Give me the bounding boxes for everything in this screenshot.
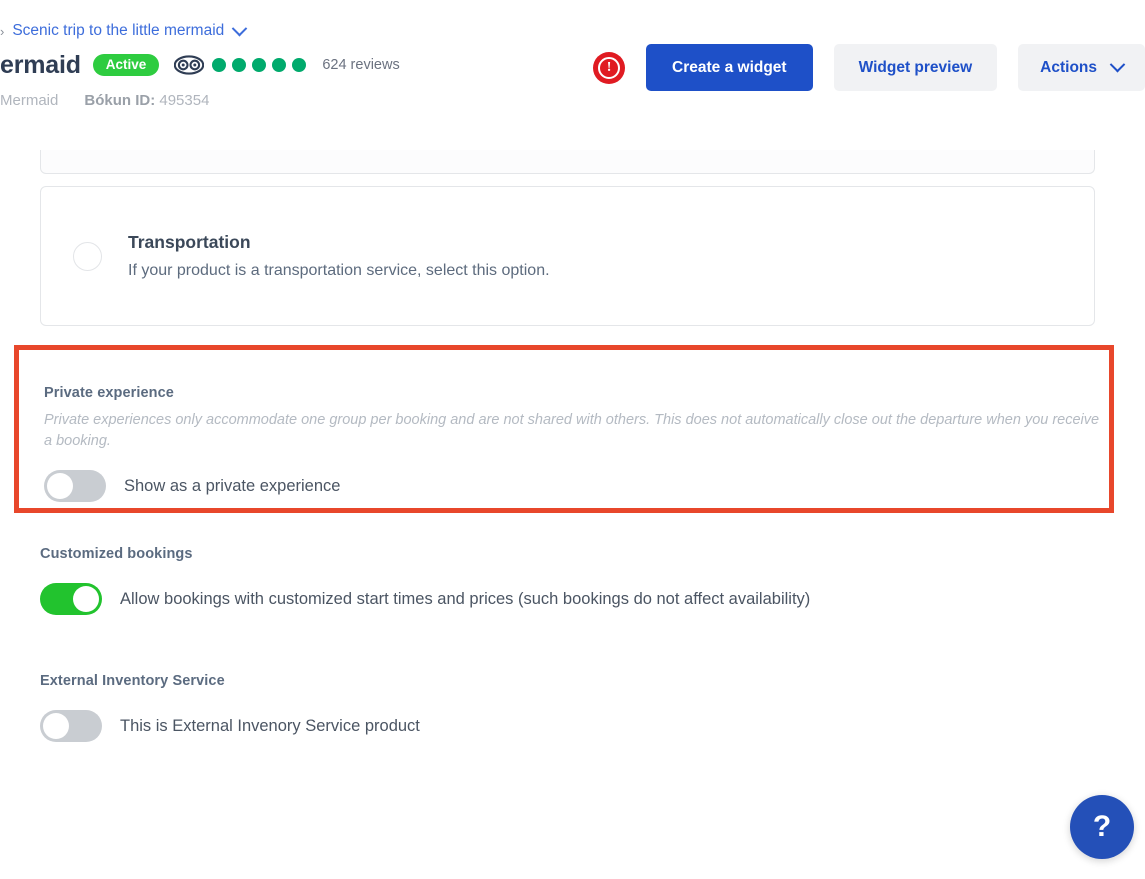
- breadcrumb-caret-icon: ›: [0, 23, 5, 39]
- alert-icon[interactable]: !: [593, 51, 626, 84]
- content-area: Transportation If your product is a tran…: [0, 122, 1145, 879]
- customized-bookings-row[interactable]: Allow bookings with customized start tim…: [40, 583, 810, 615]
- bokun-id-value: 495354: [159, 92, 210, 109]
- actions-label: Actions: [1040, 58, 1097, 76]
- transportation-title: Transportation: [128, 232, 251, 252]
- tripadvisor-owl-icon: [174, 55, 205, 75]
- private-experience-description: Private experiences only accommodate one…: [44, 412, 1100, 450]
- external-inventory-toggle-label: This is External Invenory Service produc…: [120, 716, 420, 735]
- title-row: ermaid Active 624 reviews: [0, 48, 400, 82]
- breadcrumb-link[interactable]: Scenic trip to the little mermaid: [12, 22, 224, 40]
- customized-bookings-label: Customized bookings: [40, 546, 193, 562]
- external-inventory-row[interactable]: This is External Invenory Service produc…: [40, 710, 420, 742]
- page-header: › Scenic trip to the little mermaid erma…: [0, 0, 1145, 122]
- help-button[interactable]: ?: [1070, 795, 1134, 859]
- private-experience-toggle-row[interactable]: Show as a private experience: [44, 470, 340, 502]
- chevron-down-icon: [1109, 56, 1126, 73]
- rating-dot: [292, 58, 307, 72]
- private-experience-toggle[interactable]: [44, 470, 106, 502]
- breadcrumb[interactable]: › Scenic trip to the little mermaid: [0, 20, 248, 40]
- private-experience-highlight: Private experience Private experiences o…: [14, 345, 1114, 513]
- customized-bookings-section: Customized bookings Allow bookings with …: [40, 546, 810, 615]
- bokun-id: Bókun ID: 495354: [84, 92, 209, 109]
- supplier-name: Mermaid: [0, 92, 59, 109]
- external-inventory-label: External Inventory Service: [40, 673, 225, 689]
- tripadvisor-rating: 624 reviews: [174, 55, 400, 75]
- status-badge: Active: [92, 53, 160, 77]
- transportation-radio[interactable]: [73, 241, 102, 271]
- widget-preview-button[interactable]: Widget preview: [833, 44, 998, 91]
- rating-dot: [212, 58, 227, 72]
- rating-dot: [272, 58, 287, 72]
- previous-card-partial: [40, 150, 1095, 174]
- page-root: › Scenic trip to the little mermaid erma…: [0, 0, 1145, 879]
- customized-bookings-toggle-label: Allow bookings with customized start tim…: [120, 589, 811, 608]
- transportation-option-card[interactable]: Transportation If your product is a tran…: [40, 186, 1095, 326]
- rating-dot: [232, 58, 247, 72]
- toggle-knob: [47, 473, 73, 499]
- page-title: ermaid: [0, 50, 81, 79]
- toggle-knob: [73, 586, 99, 612]
- rating-dots: [212, 58, 307, 72]
- external-inventory-toggle[interactable]: [40, 710, 102, 742]
- subtitle-row: Mermaid Bókun ID: 495354: [0, 92, 209, 109]
- actions-dropdown-button[interactable]: Actions: [1018, 44, 1145, 91]
- chevron-down-icon[interactable]: [231, 20, 248, 36]
- bokun-id-label: Bókun ID:: [84, 92, 156, 109]
- exclamation-icon: !: [598, 56, 621, 79]
- reviews-count: 624 reviews: [322, 57, 400, 73]
- transportation-text: Transportation If your product is a tran…: [128, 232, 550, 280]
- header-actions: ! Create a widget Widget preview Actions: [593, 44, 1145, 91]
- transportation-description: If your product is a transportation serv…: [128, 262, 550, 279]
- external-inventory-section: External Inventory Service This is Exter…: [40, 673, 420, 742]
- create-widget-button[interactable]: Create a widget: [646, 44, 813, 91]
- private-experience-toggle-label: Show as a private experience: [124, 476, 341, 495]
- toggle-knob: [43, 713, 69, 739]
- private-experience-label: Private experience: [44, 385, 174, 401]
- rating-dot: [252, 58, 267, 72]
- customized-bookings-toggle[interactable]: [40, 583, 102, 615]
